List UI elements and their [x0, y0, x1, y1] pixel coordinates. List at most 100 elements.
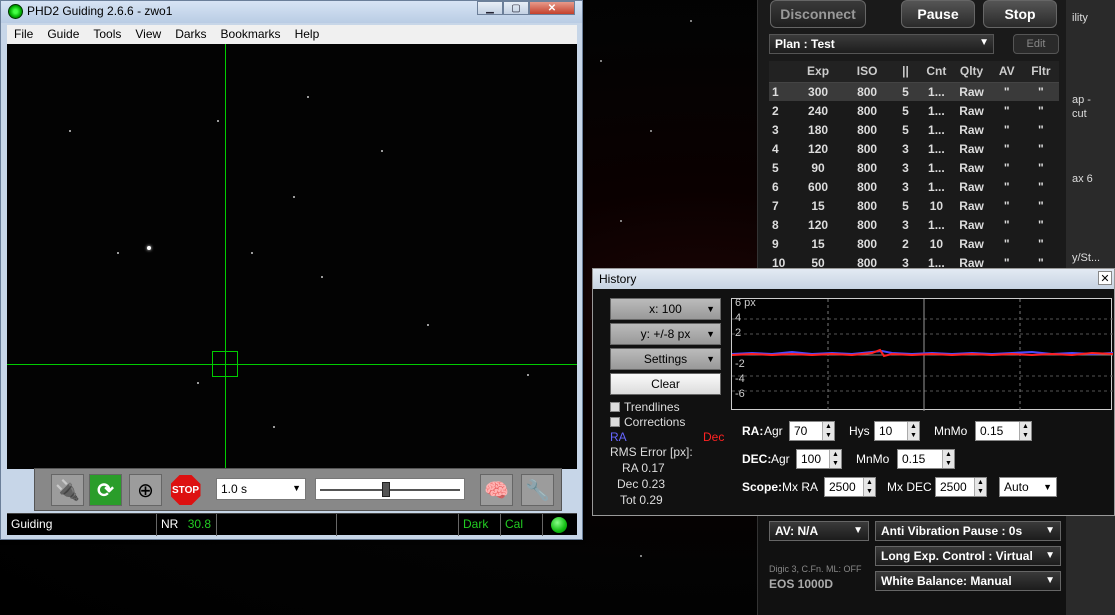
pause-button[interactable]: Pause [901, 0, 975, 28]
status-bar: Guiding NR 30.8 Dark Cal [7, 513, 577, 536]
spin-arrows-icon[interactable]: ▲ ▼ [822, 422, 834, 440]
table-cell: 3 [772, 122, 779, 137]
max-dec-duration-input[interactable]: 2500 ▲ ▼ [935, 477, 987, 497]
table-cell: 800 [857, 217, 878, 232]
star [217, 120, 219, 122]
table-cell: " [1003, 160, 1010, 175]
connect-equipment-button[interactable]: 🔌 [51, 474, 84, 506]
table-row[interactable]: 6 600 800 3 1... Raw " " [769, 177, 1059, 196]
table-cell: 120 [808, 217, 829, 232]
table-cell: 5 [890, 82, 921, 101]
dec-agr-label: Agr [771, 452, 790, 466]
column-header: ISO [843, 61, 891, 83]
av-select-label: AV: N/A [775, 524, 819, 538]
exposure-duration-value: 1.0 s [221, 482, 248, 496]
stop-guiding-button[interactable]: STOP [169, 474, 202, 506]
table-row[interactable]: 5 90 800 3 1... Raw " " [769, 158, 1059, 177]
close-icon[interactable]: ✕ [1098, 271, 1112, 285]
dec-aggression-input[interactable]: 100 ▲ ▼ [796, 449, 842, 469]
corrections-checkbox[interactable]: Corrections [610, 415, 685, 429]
exposure-duration-select[interactable]: 1.0 s ▼ [216, 478, 306, 500]
spin-arrows-icon[interactable]: ▲ ▼ [974, 478, 986, 496]
edit-plan-button[interactable]: Edit [1013, 34, 1059, 54]
chevron-down-icon: ▼ [706, 354, 715, 364]
rms-ra: RA 0.17 [622, 461, 665, 475]
dec-mnmo-label: MnMo [856, 452, 890, 466]
table-row[interactable]: 2 240 800 5 1... Raw " " [769, 101, 1059, 120]
stop-button[interactable]: Stop [983, 0, 1057, 28]
column-header: Exp [792, 61, 844, 83]
loop-exposures-button[interactable]: ⟳ [89, 474, 122, 506]
spin-arrows-icon[interactable]: ▲ ▼ [829, 450, 841, 468]
menu-bookmarks[interactable]: Bookmarks [214, 25, 288, 44]
x-scale-select[interactable]: x: 100 ▼ [610, 298, 721, 320]
menu-view[interactable]: View [128, 25, 168, 44]
brain-settings-button[interactable]: 🧠 [480, 474, 513, 506]
background-star [640, 555, 642, 557]
table-row[interactable]: 3 180 800 5 1... Raw " " [769, 120, 1059, 139]
guide-camera-image[interactable] [7, 44, 577, 469]
ra-aggression-input[interactable]: 70 ▲ ▼ [789, 421, 835, 441]
y-scale-select[interactable]: y: +/-8 px ▼ [610, 323, 721, 345]
table-cell: Raw [959, 122, 984, 137]
ra-min-move-input[interactable]: 0.15 ▲ ▼ [975, 421, 1032, 441]
table-cell: " [1003, 179, 1010, 194]
ra-min-move-value: 0.15 [980, 424, 1004, 438]
gamma-slider[interactable] [315, 478, 465, 500]
table-row[interactable]: 1 300 800 5 1... Raw " " [769, 82, 1059, 101]
star [147, 246, 151, 250]
menu-file[interactable]: File [7, 25, 40, 44]
long-exp-select[interactable]: Long Exp. Control : Virtual ▼ [875, 546, 1061, 566]
table-cell: 2 [772, 103, 779, 118]
spin-arrows-icon[interactable]: ▲ ▼ [1019, 422, 1031, 440]
ra-hys-label: Hys [849, 424, 870, 438]
ra-mnmo-label: MnMo [934, 424, 968, 438]
spin-arrows-icon[interactable]: ▲ ▼ [863, 478, 875, 496]
menu-darks[interactable]: Darks [168, 25, 213, 44]
settings-select[interactable]: Settings ▼ [610, 348, 721, 370]
dec-min-move-input[interactable]: 0.15 ▲ ▼ [897, 449, 955, 469]
camera-settings-button[interactable]: 🔧 [521, 474, 554, 506]
trendlines-checkbox[interactable]: Trendlines [610, 400, 680, 414]
anti-vibration-select[interactable]: Anti Vibration Pause : 0s ▼ [875, 521, 1061, 541]
menu-guide[interactable]: Guide [40, 25, 86, 44]
table-cell: Raw [959, 160, 984, 175]
spin-arrows-icon[interactable]: ▲ ▼ [907, 422, 919, 440]
table-row[interactable]: 8 120 800 3 1... Raw " " [769, 215, 1059, 234]
ra-hysteresis-input[interactable]: 10 ▲ ▼ [874, 421, 920, 441]
title-bar[interactable]: PHD2 Guiding 2.6.6 - zwo1 ▁ ▢ ✕ [1, 1, 582, 23]
minimize-button[interactable]: ▁ [477, 1, 503, 15]
y-axis-label: -4 [735, 373, 745, 385]
table-row[interactable]: 9 15 800 2 10 Raw " " [769, 234, 1059, 253]
table-cell: 800 [857, 141, 878, 156]
long-exp-label: Long Exp. Control : Virtual [881, 549, 1033, 563]
table-row[interactable]: 7 15 800 5 10 Raw " " [769, 196, 1059, 215]
menu-help[interactable]: Help [288, 25, 327, 44]
scope-label: Scope: [742, 480, 782, 494]
slider-thumb[interactable] [382, 482, 390, 497]
spin-arrows-icon[interactable]: ▲ ▼ [942, 450, 954, 468]
maximize-button[interactable]: ▢ [503, 1, 529, 15]
disconnect-button[interactable]: Disconnect [770, 0, 866, 28]
history-title-bar[interactable]: History ✕ [593, 269, 1114, 289]
column-header: Qlty [952, 61, 991, 83]
mx-ra-label: Mx RA [782, 480, 818, 494]
close-button[interactable]: ✕ [529, 1, 575, 15]
guide-history-graph[interactable]: 6 px 4 2 -2 -4 -6 [731, 297, 1113, 411]
av-select[interactable]: AV: N/A ▼ [769, 521, 869, 541]
dec-guide-mode-select[interactable]: Auto ▼ [999, 477, 1057, 497]
plan-select[interactable]: Plan : Test ▼ [769, 34, 994, 54]
clear-button[interactable]: Clear [610, 373, 721, 395]
table-cell: 9 [772, 236, 779, 251]
anti-vibration-label: Anti Vibration Pause : 0s [881, 524, 1023, 538]
table-cell: " [1022, 82, 1059, 101]
menu-tools[interactable]: Tools [86, 25, 128, 44]
checkbox-box[interactable] [610, 402, 620, 412]
guide-button[interactable]: ⊕ [129, 474, 162, 506]
dark-indicator: Dark [459, 514, 501, 536]
checkbox-box[interactable] [610, 417, 620, 427]
table-row[interactable]: 4 120 800 3 1... Raw " " [769, 139, 1059, 158]
status-ok-led-icon [551, 517, 567, 533]
white-balance-select[interactable]: White Balance: Manual ▼ [875, 571, 1061, 591]
max-ra-duration-input[interactable]: 2500 ▲ ▼ [824, 477, 876, 497]
